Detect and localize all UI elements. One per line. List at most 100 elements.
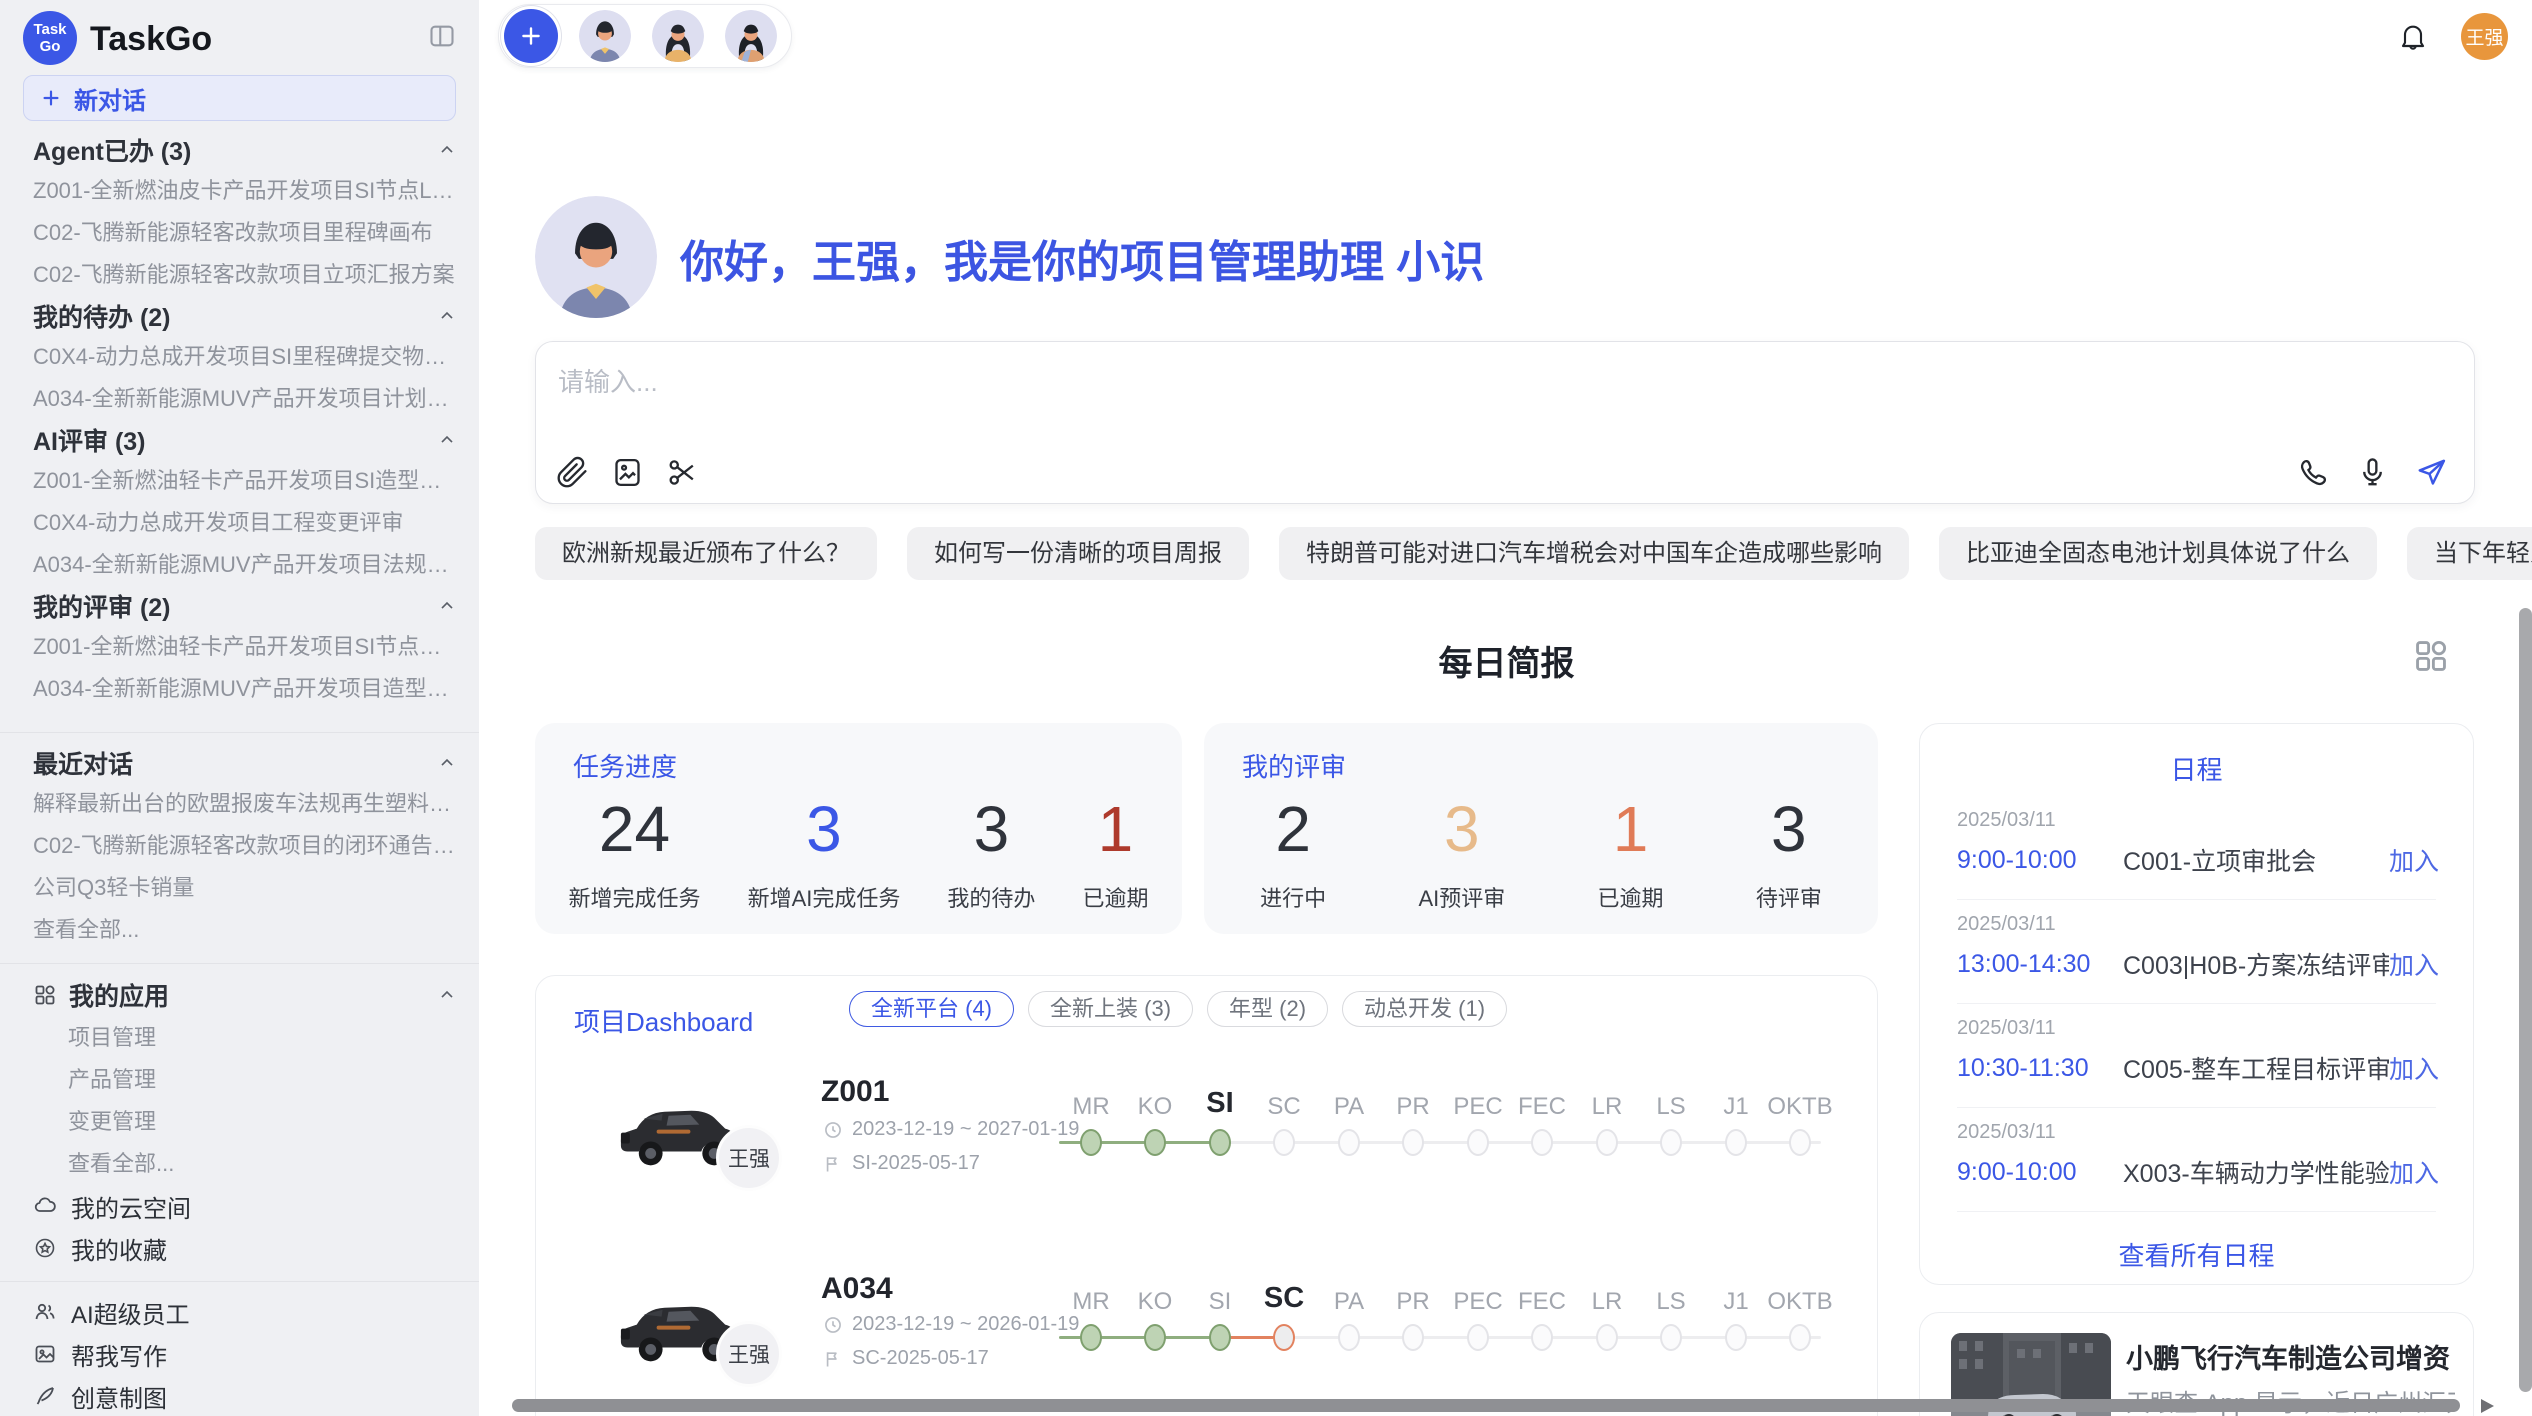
event-date: 2025/03/11: [1957, 913, 2439, 936]
event-date: 2025/03/11: [1957, 809, 2439, 832]
sidebar-item[interactable]: Z001-全新燃油轻卡产品开发项目SI造型提交物评审: [0, 460, 479, 502]
sidebar-section-my-review[interactable]: 我的评审 (2): [0, 586, 479, 626]
sidebar-section-my-todo[interactable]: 我的待办 (2): [0, 296, 479, 336]
sidebar-item[interactable]: Z001-全新燃油皮卡产品开发项目SI节点Lesson Learn报告: [0, 170, 479, 212]
sidebar-item-ai-super-staff[interactable]: AI超级员工: [0, 1291, 479, 1333]
sidebar-item-creative-drawing[interactable]: 创意制图: [0, 1375, 479, 1416]
milestone-label: PEC: [1453, 1286, 1502, 1318]
logo-text-bottom: Go: [40, 38, 61, 55]
sidebar-item-label: 创意制图: [71, 1379, 167, 1414]
clock-icon: [823, 1315, 843, 1335]
image-upload-icon[interactable]: [611, 456, 644, 489]
recent-chat-item[interactable]: 解释最新出台的欧盟报废车法规再生塑料比例被调至15%...: [0, 783, 479, 825]
phone-call-icon[interactable]: [2297, 456, 2330, 489]
add-agent-button[interactable]: [504, 9, 558, 63]
chevron-up-icon: [437, 430, 457, 450]
event-date: 2025/03/11: [1957, 1121, 2439, 1144]
sidebar-item[interactable]: A034-全新新能源MUV产品开发项目法规符合性评审: [0, 544, 479, 586]
view-all-schedule-link[interactable]: 查看所有日程: [1920, 1236, 2473, 1273]
stat-value: 2: [1275, 783, 1311, 875]
cloud-icon: [33, 1194, 57, 1218]
collapse-sidebar-icon[interactable]: [428, 22, 456, 50]
stat-label: 已逾期: [1598, 881, 1664, 913]
recent-chats-view-all[interactable]: 查看全部...: [0, 909, 479, 951]
sidebar-item[interactable]: Z001-全新燃油轻卡产品开发项目SI节点属性5D文件评审: [0, 626, 479, 668]
join-button[interactable]: 加入: [2389, 1050, 2439, 1086]
flag-icon: [823, 1154, 843, 1174]
sidebar-section-agent-done[interactable]: Agent已办 (3): [0, 130, 479, 170]
scissors-icon[interactable]: [666, 456, 699, 489]
new-chat-button[interactable]: 新对话: [23, 75, 456, 121]
sidebar-item[interactable]: A034-全新新能源MUV产品开发项目计划变更表编写: [0, 378, 479, 420]
sidebar-item[interactable]: A034-全新新能源MUV产品开发项目造型可行性评审: [0, 668, 479, 710]
sidebar-item[interactable]: C0X4-动力总成开发项目工程变更评审: [0, 502, 479, 544]
suggestion-chip[interactable]: 如何写一份清晰的项目周报: [907, 527, 1249, 580]
scrollbar-right-arrow[interactable]: [2481, 1399, 2494, 1413]
project-row-z001[interactable]: 王强 Z001 2023-12-19 ~ 2027-01-19 SI-2025-…: [536, 1061, 1879, 1257]
milestone-label: MR: [1072, 1091, 1109, 1123]
join-button[interactable]: 加入: [2389, 946, 2439, 982]
milestone-dot-done: [1144, 1324, 1166, 1351]
milestone-dot: [1660, 1324, 1682, 1351]
vertical-scrollbar-thumb[interactable]: [2519, 608, 2532, 1392]
join-button[interactable]: 加入: [2389, 1154, 2439, 1190]
project-dates: 2023-12-19 ~ 2027-01-19: [823, 1118, 1079, 1141]
divider: [1957, 1211, 2436, 1212]
chat-input[interactable]: [536, 342, 2474, 438]
join-button[interactable]: 加入: [2389, 842, 2439, 878]
sidebar-section-recent-chats[interactable]: 最近对话: [0, 743, 479, 783]
sidebar-item[interactable]: C0X4-动力总成开发项目SI里程碑提交物检查: [0, 336, 479, 378]
divider: [1957, 1003, 2436, 1004]
user-avatar[interactable]: 王强: [2461, 13, 2508, 60]
milestone-dot: [1531, 1324, 1553, 1351]
schedule-title: 日程: [1920, 750, 2473, 787]
agent-avatar-3[interactable]: [725, 10, 777, 62]
suggestion-chip[interactable]: 欧洲新规最近颁布了什么？: [535, 527, 877, 580]
attachment-icon[interactable]: [556, 456, 589, 489]
send-icon[interactable]: [2415, 456, 2448, 489]
sidebar-section-ai-review[interactable]: AI评审 (3): [0, 420, 479, 460]
tab-powertrain[interactable]: 动总开发 (1): [1342, 991, 1507, 1027]
milestone-dot: [1402, 1324, 1424, 1351]
app-item-change-management[interactable]: 变更管理: [0, 1101, 479, 1143]
layout-grid-icon[interactable]: [2412, 637, 2450, 675]
suggestion-chip[interactable]: 特朗普可能对进口汽车增税会对中国车企造成哪些影响: [1279, 527, 1909, 580]
clock-icon: [823, 1120, 843, 1140]
sidebar-item[interactable]: C02-飞腾新能源轻客改款项目立项汇报方案: [0, 254, 479, 296]
notification-bell-icon[interactable]: [2397, 20, 2429, 52]
sidebar-item[interactable]: C02-飞腾新能源轻客改款项目里程碑画布: [0, 212, 479, 254]
stat-value: 3: [1771, 783, 1807, 875]
tab-new-platform[interactable]: 全新平台 (4): [849, 991, 1014, 1027]
agent-avatar-2[interactable]: [652, 10, 704, 62]
schedule-event: 2025/03/11 9:00-10:00 X003-车辆动力学性能验... 加…: [1957, 1121, 2439, 1190]
microphone-icon[interactable]: [2356, 456, 2389, 489]
sidebar-item-help-me-write[interactable]: 帮我写作: [0, 1333, 479, 1375]
apps-view-all[interactable]: 查看全部...: [0, 1143, 479, 1185]
app-item-project-management[interactable]: 项目管理: [0, 1017, 479, 1059]
news-title: 小鹏飞行汽车制造公司增资: [2126, 1337, 2455, 1376]
sidebar-item-favorites[interactable]: 我的收藏: [0, 1227, 479, 1269]
app-item-product-management[interactable]: 产品管理: [0, 1059, 479, 1101]
sidebar-item-cloud-space[interactable]: 我的云空间: [0, 1185, 479, 1227]
schedule-event: 2025/03/11 9:00-10:00 C001-立项审批会 加入: [1957, 809, 2439, 878]
milestone-label: LS: [1656, 1286, 1685, 1318]
suggestion-chip[interactable]: 比亚迪全固态电池计划具体说了什么: [1939, 527, 2377, 580]
suggestion-chip[interactable]: 当下年轻人对汽车外观有怎样的喜好趋势: [2407, 527, 2532, 580]
horizontal-scrollbar-thumb[interactable]: [512, 1399, 2460, 1412]
project-code: A034: [821, 1272, 893, 1306]
sidebar-item-label: 我的收藏: [71, 1231, 167, 1266]
stat-label: 待评审: [1756, 881, 1822, 913]
recent-chat-item[interactable]: 公司Q3轻卡销量: [0, 867, 479, 909]
milestone-label: SI: [1209, 1286, 1232, 1318]
stat-my-todo: 3 我的待办: [947, 783, 1035, 913]
tab-new-body[interactable]: 全新上装 (3): [1028, 991, 1193, 1027]
plus-icon: [40, 87, 62, 109]
milestone-dot: [1531, 1129, 1553, 1156]
agent-avatar-1[interactable]: [579, 10, 631, 62]
tab-model-year[interactable]: 年型 (2): [1207, 991, 1328, 1027]
divider: [0, 732, 479, 733]
project-milestone-flag: SI-2025-05-17: [823, 1152, 980, 1175]
sidebar-section-my-apps[interactable]: 我的应用: [0, 973, 479, 1017]
recent-chat-item[interactable]: C02-飞腾新能源轻客改款项目的闭环通告反馈情况: [0, 825, 479, 867]
section-title: 我的评审 (2): [33, 588, 171, 624]
